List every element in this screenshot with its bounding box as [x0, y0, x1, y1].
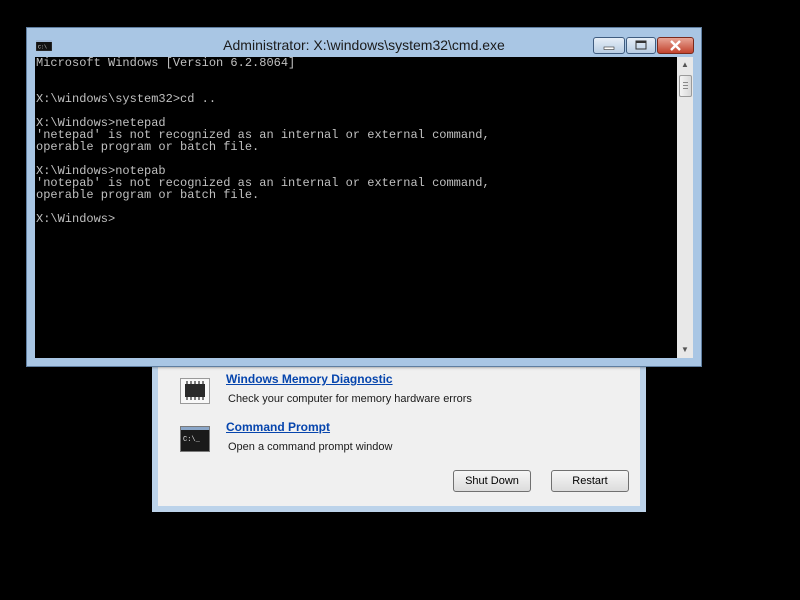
minimize-button[interactable]	[593, 37, 625, 54]
cmd-window: C:\ Administrator: X:\windows\system32\c…	[26, 27, 702, 367]
scroll-up-icon[interactable]: ▲	[677, 57, 693, 73]
console-line: Microsoft Windows [Version 6.2.8064]	[36, 57, 296, 70]
tool-memory-diagnostic: Windows Memory Diagnostic Check your com…	[180, 372, 620, 412]
memory-diagnostic-description: Check your computer for memory hardware …	[228, 393, 472, 405]
vertical-scrollbar[interactable]: ▲ ▼	[677, 57, 693, 358]
scroll-down-icon[interactable]: ▼	[677, 342, 693, 358]
close-button[interactable]	[657, 37, 694, 54]
memory-diagnostic-link[interactable]: Windows Memory Diagnostic	[226, 372, 393, 386]
close-icon	[670, 40, 681, 51]
maximize-button[interactable]	[626, 37, 656, 54]
command-prompt-icon: C:\_	[180, 426, 210, 452]
svg-text:C:\_: C:\_	[183, 436, 201, 444]
recovery-options-content: Windows Memory Diagnostic Check your com…	[158, 366, 640, 506]
console-line: X:\windows\system32>cd ..	[36, 92, 217, 106]
title-bar[interactable]: C:\ Administrator: X:\windows\system32\c…	[27, 28, 701, 56]
command-prompt-description: Open a command prompt window	[228, 441, 393, 453]
restart-button[interactable]: Restart	[551, 470, 629, 492]
console-output[interactable]: Microsoft Windows [Version 6.2.8064] X:\w…	[35, 57, 677, 358]
minimize-icon	[603, 46, 615, 50]
console-line: X:\Windows>	[36, 212, 116, 226]
maximize-icon	[635, 40, 647, 50]
memory-chip-icon	[180, 378, 210, 404]
console-line: operable program or batch file.	[36, 140, 260, 154]
command-prompt-link[interactable]: Command Prompt	[226, 420, 330, 434]
recovery-options-panel: Windows Memory Diagnostic Check your com…	[152, 360, 646, 512]
shut-down-button[interactable]: Shut Down	[453, 470, 531, 492]
tool-command-prompt: C:\_ Command Prompt Open a command promp…	[180, 420, 620, 460]
console-line: operable program or batch file.	[36, 188, 260, 202]
scroll-thumb[interactable]	[679, 75, 692, 97]
